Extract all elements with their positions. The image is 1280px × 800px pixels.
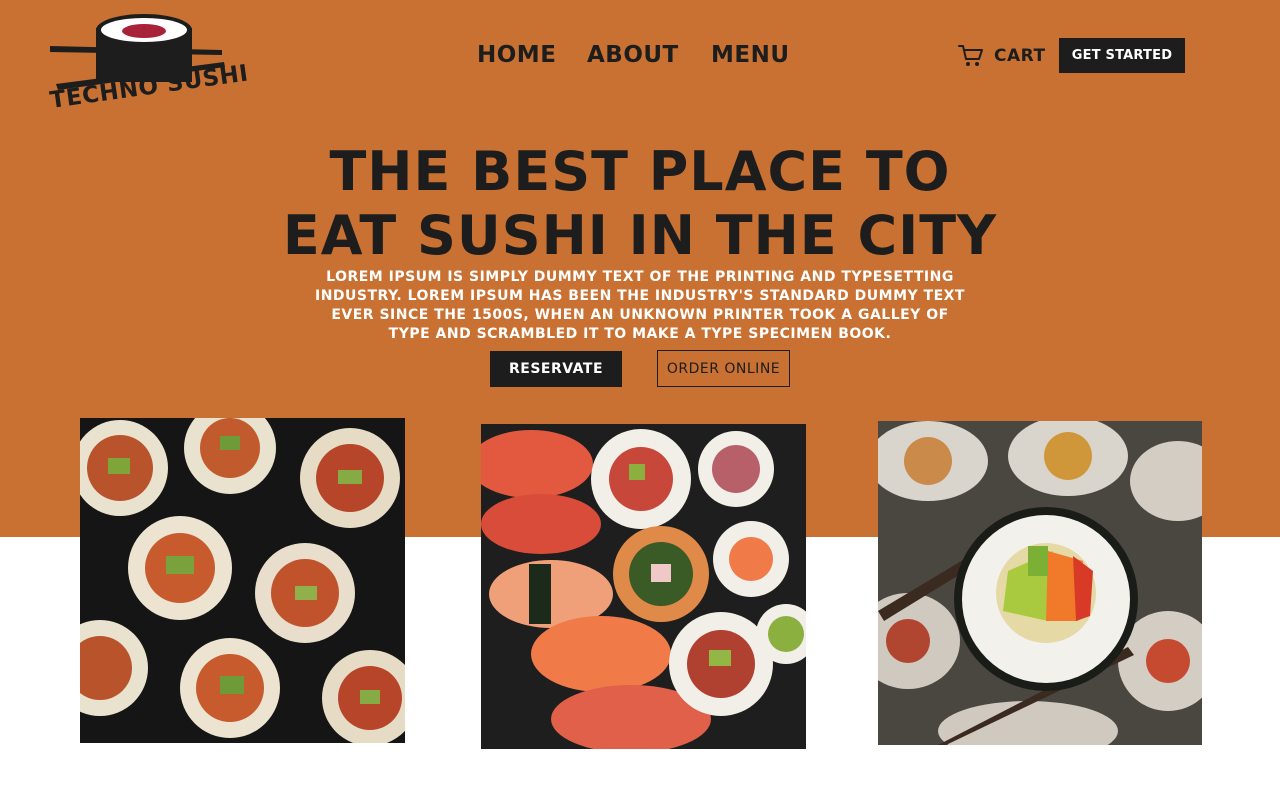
hero-description: Lorem Ipsum is simply dummy text of the …	[315, 269, 965, 342]
nav-menu-link[interactable]: MENU	[711, 42, 790, 68]
cart-icon	[958, 45, 983, 66]
assorted-sushi-image	[481, 424, 806, 749]
nav-home-link[interactable]: HOME	[477, 42, 556, 68]
reservate-button[interactable]: RESERVATE	[490, 351, 622, 387]
hero-headline-line-1: THE BEST PLACE TO	[329, 140, 951, 203]
order-online-button[interactable]: ORDER ONLINE	[657, 350, 790, 387]
maki-rolls-image	[80, 418, 405, 743]
gallery-photo-maki-overhead	[80, 418, 405, 743]
get-started-button[interactable]: GET STARTED	[1059, 38, 1185, 73]
cart-link[interactable]: CART	[958, 42, 1046, 70]
sushi-in-chopsticks-image	[878, 421, 1202, 745]
hero-headline: THE BEST PLACE TO EAT SUSHI IN THE CITY	[240, 140, 1040, 268]
gallery-photo-assorted-sushi	[481, 424, 806, 749]
cart-label: CART	[994, 46, 1046, 66]
hero-headline-line-2: EAT SUSHI IN THE CITY	[282, 204, 998, 267]
gallery-photo-sushi-chopsticks	[878, 421, 1202, 745]
nav-about-link[interactable]: ABOUT	[587, 42, 679, 68]
